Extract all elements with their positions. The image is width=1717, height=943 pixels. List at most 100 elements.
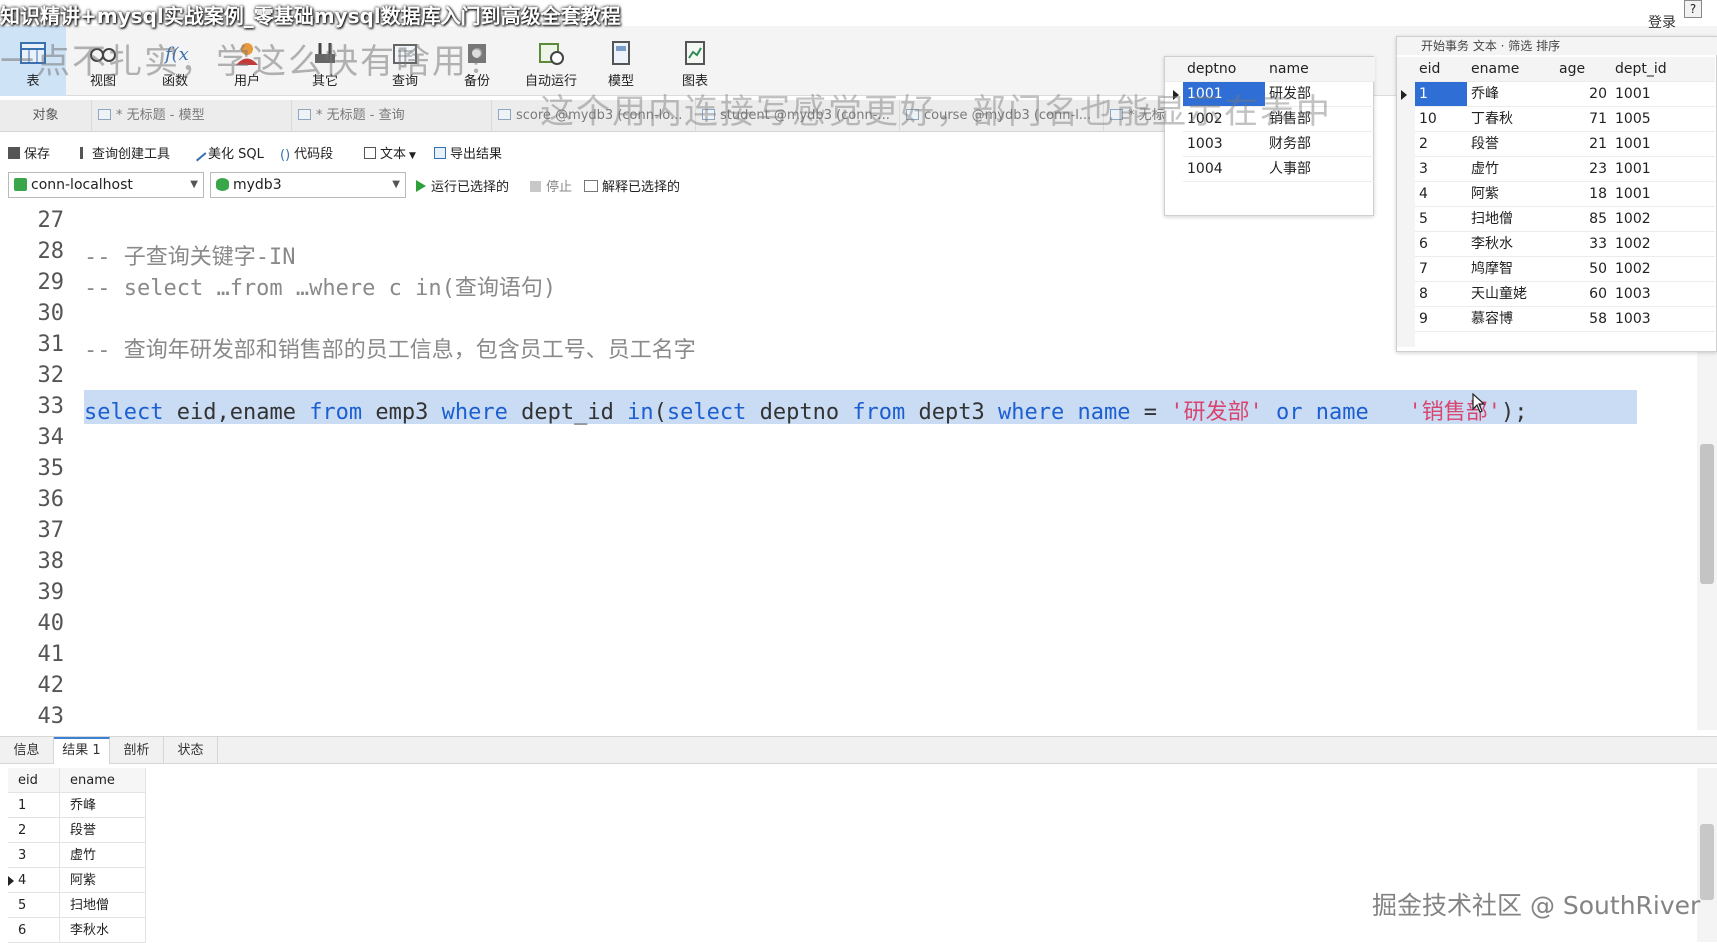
export-results-button[interactable]: 导出结果 xyxy=(434,143,502,162)
cell-eid[interactable]: 5 xyxy=(8,893,60,918)
cell-dept-id[interactable]: 1002 xyxy=(1611,257,1715,282)
result-scrollbar-thumb[interactable] xyxy=(1700,824,1714,900)
cell-dept-id[interactable]: 1002 xyxy=(1611,207,1715,232)
cell-age[interactable]: 60 xyxy=(1555,282,1611,307)
text-dropdown-button[interactable]: 文本 ▼ xyxy=(364,143,416,162)
login-link[interactable]: 登录 xyxy=(1648,12,1676,32)
cell-ename[interactable]: 虚竹 xyxy=(1467,157,1555,182)
tab-profile[interactable]: 剖析 xyxy=(110,737,164,764)
cell-ename[interactable]: 扫地僧 xyxy=(60,893,146,918)
query-builder-button[interactable]: 查询创建工具 xyxy=(80,143,170,162)
cell-eid[interactable]: 2 xyxy=(8,818,60,843)
cell-age[interactable]: 23 xyxy=(1555,157,1611,182)
tab-status[interactable]: 状态 xyxy=(164,737,218,764)
tab-info[interactable]: 信息 xyxy=(0,737,54,764)
column-header-deptno[interactable]: deptno xyxy=(1165,57,1265,82)
cell-eid[interactable]: 10 xyxy=(1415,107,1467,132)
emp-row[interactable]: 9 慕容博 58 1003 xyxy=(1415,307,1715,332)
emp3-table[interactable]: eid ename age dept_id 1 乔峰 20 1001 10 丁春… xyxy=(1401,57,1715,332)
emp-row[interactable]: 2 段誉 21 1001 xyxy=(1415,132,1715,157)
table-row[interactable]: 4 阿紫 xyxy=(8,868,146,893)
cell-ename[interactable]: 阿紫 xyxy=(60,868,146,893)
column-header-ename[interactable]: ename xyxy=(1467,57,1555,82)
cell-eid[interactable]: 8 xyxy=(1415,282,1467,307)
emp-row[interactable]: 6 李秋水 33 1002 xyxy=(1415,232,1715,257)
cell-name[interactable]: 财务部 xyxy=(1265,132,1375,157)
cell-ename[interactable]: 丁春秋 xyxy=(1467,107,1555,132)
emp-row[interactable]: 3 虚竹 23 1001 xyxy=(1415,157,1715,182)
column-header-ename[interactable]: ename xyxy=(60,768,146,793)
emp-row[interactable]: 5 扫地僧 85 1002 xyxy=(1415,207,1715,232)
table-row[interactable]: 1 乔峰 xyxy=(8,793,146,818)
cell-ename[interactable]: 阿紫 xyxy=(1467,182,1555,207)
run-selected-button[interactable]: 运行已选择的 xyxy=(416,176,509,195)
cell-dept-id[interactable]: 1001 xyxy=(1611,182,1715,207)
help-icon[interactable]: ? xyxy=(1684,0,1702,18)
database-select[interactable]: mydb3 ▼ xyxy=(210,172,406,198)
cell-eid[interactable]: 1 xyxy=(1415,82,1467,107)
cell-age[interactable]: 21 xyxy=(1555,132,1611,157)
tab-result-1[interactable]: 结果 1 xyxy=(54,737,110,764)
code-snippet-button[interactable]: () 代码段 xyxy=(280,143,333,163)
cell-ename[interactable]: 段誉 xyxy=(60,818,146,843)
column-header-eid[interactable]: eid xyxy=(1415,57,1467,82)
emp-row[interactable]: 1 乔峰 20 1001 xyxy=(1401,82,1715,107)
beautify-sql-button[interactable]: 美化 SQL xyxy=(189,143,264,162)
cell-eid[interactable]: 4 xyxy=(8,868,60,893)
column-header-name[interactable]: name xyxy=(1265,57,1375,82)
cell-dept-id[interactable]: 1003 xyxy=(1611,282,1715,307)
cell-eid[interactable]: 6 xyxy=(1415,232,1467,257)
cell-eid[interactable]: 3 xyxy=(1415,157,1467,182)
emp-row[interactable]: 8 天山童姥 60 1003 xyxy=(1415,282,1715,307)
cell-dept-id[interactable]: 1002 xyxy=(1611,232,1715,257)
table-row[interactable]: 3 虚竹 xyxy=(8,843,146,868)
cell-eid[interactable]: 6 xyxy=(8,918,60,943)
cell-deptno[interactable]: 1004 xyxy=(1183,157,1265,182)
table-row[interactable]: 2 段誉 xyxy=(8,818,146,843)
tab-untitled-model[interactable]: * 无标题 - 模型 xyxy=(92,100,292,132)
cell-ename[interactable]: 乔峰 xyxy=(1467,82,1555,107)
cell-ename[interactable]: 虚竹 xyxy=(60,843,146,868)
emp-row[interactable]: 7 鸠摩智 50 1002 xyxy=(1415,257,1715,282)
cell-age[interactable]: 20 xyxy=(1555,82,1611,107)
cell-age[interactable]: 71 xyxy=(1555,107,1611,132)
cell-name[interactable]: 人事部 xyxy=(1265,157,1375,182)
tab-objects[interactable]: 对象 xyxy=(0,100,92,132)
stop-button[interactable]: 停止 xyxy=(530,176,572,195)
column-header-dept-id[interactable]: dept_id xyxy=(1611,57,1715,82)
tab-untitled-query[interactable]: * 无标题 - 查询 xyxy=(292,100,492,132)
column-header-eid[interactable]: eid xyxy=(8,768,60,793)
result-grid[interactable]: eid ename 1 乔峰 2 段誉 3 虚竹 4 阿紫 5 扫地僧 6 李秋… xyxy=(8,768,146,943)
cell-age[interactable]: 50 xyxy=(1555,257,1611,282)
cell-eid[interactable]: 4 xyxy=(1415,182,1467,207)
editor-scrollbar-thumb[interactable] xyxy=(1700,444,1714,584)
cell-ename[interactable]: 乔峰 xyxy=(60,793,146,818)
cell-dept-id[interactable]: 1001 xyxy=(1611,132,1715,157)
cell-ename[interactable]: 天山童姥 xyxy=(1467,282,1555,307)
cell-ename[interactable]: 鸠摩智 xyxy=(1467,257,1555,282)
cell-age[interactable]: 58 xyxy=(1555,307,1611,332)
dept-row[interactable]: 1004 人事部 xyxy=(1165,157,1375,182)
cell-age[interactable]: 33 xyxy=(1555,232,1611,257)
cell-dept-id[interactable]: 1001 xyxy=(1611,157,1715,182)
cell-deptno[interactable]: 1003 xyxy=(1183,132,1265,157)
cell-ename[interactable]: 扫地僧 xyxy=(1467,207,1555,232)
cell-ename[interactable]: 慕容博 xyxy=(1467,307,1555,332)
dept-row[interactable]: 1003 财务部 xyxy=(1165,132,1375,157)
cell-eid[interactable]: 2 xyxy=(1415,132,1467,157)
cell-eid[interactable]: 1 xyxy=(8,793,60,818)
emp-row[interactable]: 10 丁春秋 71 1005 xyxy=(1415,107,1715,132)
save-button[interactable]: 保存 xyxy=(8,143,50,162)
cell-ename[interactable]: 李秋水 xyxy=(60,918,146,943)
cell-ename[interactable]: 李秋水 xyxy=(1467,232,1555,257)
table-row[interactable]: 6 李秋水 xyxy=(8,918,146,943)
cell-eid[interactable]: 3 xyxy=(8,843,60,868)
cell-ename[interactable]: 段誉 xyxy=(1467,132,1555,157)
cell-dept-id[interactable]: 1003 xyxy=(1611,307,1715,332)
emp-row[interactable]: 4 阿紫 18 1001 xyxy=(1415,182,1715,207)
connection-select[interactable]: conn-localhost ▼ xyxy=(8,172,204,198)
cell-age[interactable]: 18 xyxy=(1555,182,1611,207)
cell-eid[interactable]: 9 xyxy=(1415,307,1467,332)
table-row[interactable]: 5 扫地僧 xyxy=(8,893,146,918)
cell-eid[interactable]: 7 xyxy=(1415,257,1467,282)
